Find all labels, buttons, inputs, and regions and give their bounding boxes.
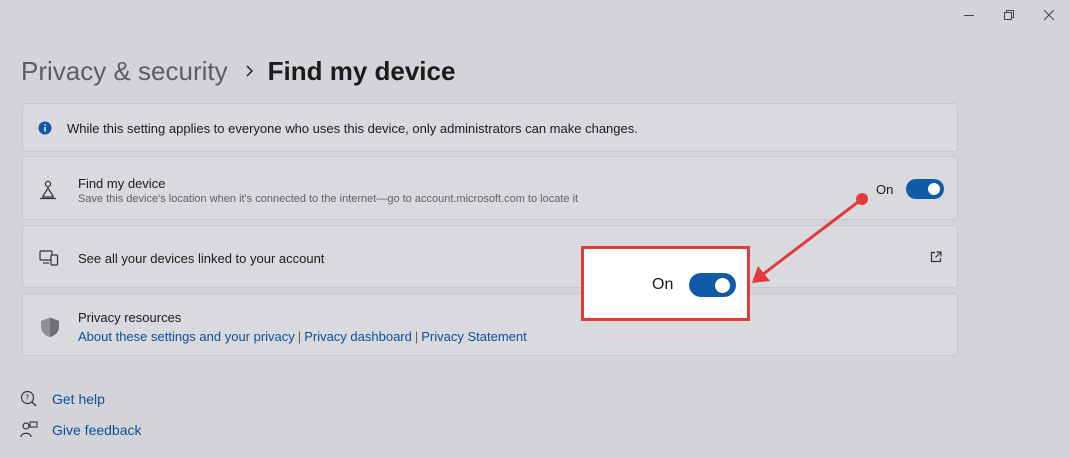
callout-toggle-state: On bbox=[652, 276, 674, 293]
give-feedback-label: Give feedback bbox=[52, 422, 142, 438]
find-my-device-description: Save this device's location when it's co… bbox=[78, 193, 579, 205]
svg-text:?: ? bbox=[25, 394, 29, 403]
page-title: Find my device bbox=[267, 55, 456, 86]
privacy-statement-link[interactable]: Privacy Statement bbox=[421, 329, 527, 344]
minimize-icon bbox=[964, 15, 974, 16]
get-help-link[interactable]: ? Get help bbox=[20, 390, 105, 408]
privacy-resources: Privacy resources About these settings a… bbox=[22, 293, 958, 356]
callout-toggle bbox=[689, 273, 736, 297]
link-separator: | bbox=[297, 329, 302, 344]
help-icon: ? bbox=[20, 390, 42, 408]
find-my-device-title: Find my device bbox=[78, 176, 166, 191]
window-controls bbox=[949, 0, 1069, 30]
linked-devices-link[interactable]: See all your devices linked to your acco… bbox=[22, 225, 958, 288]
privacy-dashboard-link[interactable]: Privacy dashboard bbox=[304, 329, 412, 344]
chevron-right-icon bbox=[245, 64, 254, 78]
person-location-icon bbox=[39, 180, 57, 205]
give-feedback-link[interactable]: Give feedback bbox=[20, 421, 142, 439]
toggle-knob bbox=[928, 183, 940, 195]
restore-button[interactable] bbox=[989, 0, 1029, 30]
breadcrumb-parent[interactable]: Privacy & security bbox=[21, 56, 228, 87]
find-my-device-setting: Find my device Save this device's locati… bbox=[22, 156, 958, 220]
toggle-knob bbox=[715, 277, 730, 293]
find-my-device-toggle[interactable] bbox=[906, 179, 944, 199]
info-icon bbox=[38, 121, 52, 140]
about-privacy-link[interactable]: About these settings and your privacy bbox=[78, 329, 295, 344]
close-button[interactable] bbox=[1029, 0, 1069, 30]
shield-icon bbox=[39, 316, 61, 343]
minimize-button[interactable] bbox=[949, 0, 989, 30]
get-help-label: Get help bbox=[52, 391, 105, 407]
feedback-icon bbox=[20, 421, 42, 439]
toggle-state-label: On bbox=[876, 182, 894, 197]
link-separator: | bbox=[414, 329, 419, 344]
close-icon bbox=[1043, 9, 1055, 21]
open-external-icon[interactable] bbox=[929, 250, 943, 269]
privacy-links: About these settings and your privacy | Pr… bbox=[78, 329, 527, 344]
breadcrumb: Privacy & security Find my device bbox=[21, 54, 455, 88]
info-banner-text: While this setting applies to everyone w… bbox=[67, 121, 638, 136]
info-banner: While this setting applies to everyone w… bbox=[22, 103, 958, 152]
devices-icon bbox=[39, 250, 59, 271]
linked-devices-title: See all your devices linked to your acco… bbox=[78, 251, 325, 266]
restore-icon bbox=[1004, 10, 1014, 20]
privacy-resources-title: Privacy resources bbox=[78, 310, 182, 325]
toggle-callout: On bbox=[581, 246, 750, 321]
